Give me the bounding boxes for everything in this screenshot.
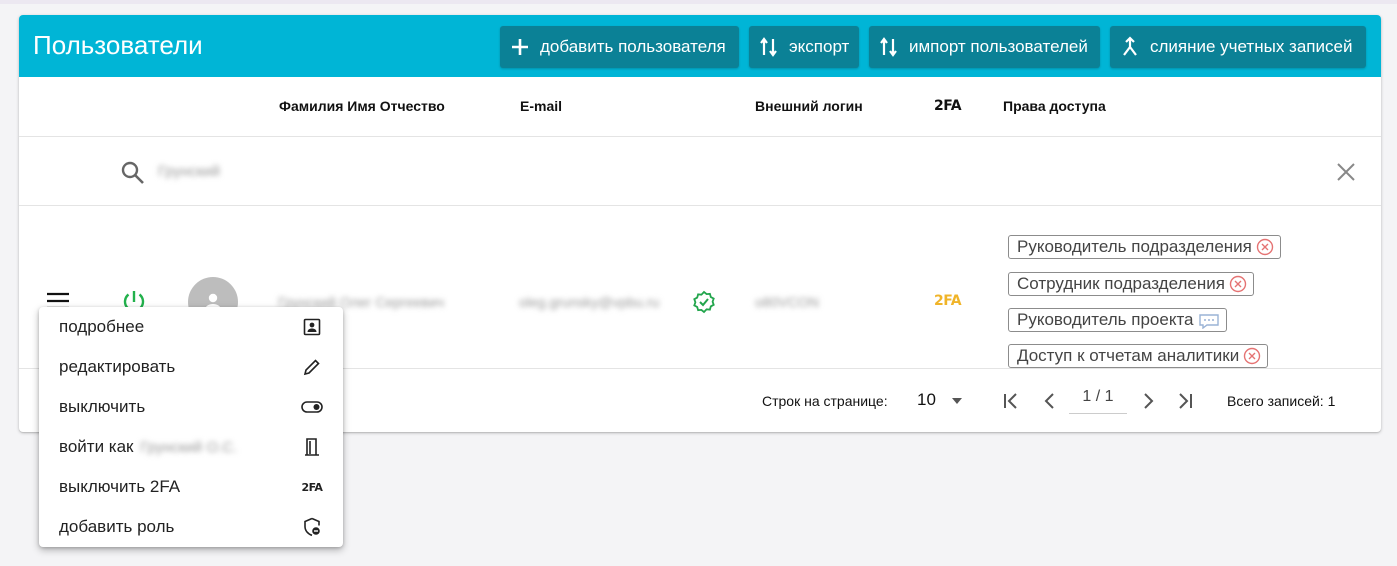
remove-circle-icon[interactable] <box>1256 238 1274 256</box>
door-icon <box>301 436 323 458</box>
swap-vertical-icon <box>880 37 897 57</box>
role-chip-label: Руководитель подразделения <box>1017 237 1252 256</box>
column-fio[interactable]: Фамилия Имя Отчество <box>279 98 445 114</box>
rows-per-page-value: 10 <box>917 390 936 409</box>
import-users-button[interactable]: импорт пользователей <box>869 26 1100 68</box>
export-label: экспорт <box>789 37 850 56</box>
add-user-button[interactable]: добавить пользователя <box>500 26 739 68</box>
role-chip: Доступ к отчетам аналитики <box>1008 344 1269 368</box>
toggle-icon <box>301 396 323 418</box>
prev-page-icon[interactable] <box>1040 391 1060 411</box>
page-indicator[interactable]: 1 / 1 <box>1069 386 1127 414</box>
search-row: Грунский <box>19 137 1381 206</box>
rows-per-page-select[interactable]: 10 <box>917 390 969 412</box>
login-as-user-name: Грунский О.С. <box>140 439 238 456</box>
twofa-icon: 2FA <box>301 480 323 494</box>
import-users-label: импорт пользователей <box>909 37 1088 56</box>
users-header: Пользователи добавить пользователя экспо… <box>19 15 1381 77</box>
column-external-login[interactable]: Внешний логин <box>755 98 863 114</box>
menu-item-login-as-label: войти как Грунский О.С. <box>59 437 237 457</box>
search-icon <box>121 161 144 184</box>
user-email: oleg.grunsky@vpbu.ru <box>519 294 660 310</box>
role-chip: Руководитель проекта <box>1008 308 1227 332</box>
merge-icon <box>1123 36 1137 56</box>
menu-item-details-label: подробнее <box>59 317 145 336</box>
next-page-icon[interactable] <box>1138 391 1158 411</box>
menu-item-disable-2fa-label: выключить 2FA <box>59 477 181 496</box>
remove-circle-icon[interactable] <box>1243 347 1261 365</box>
menu-item-disable-2fa[interactable]: выключить 2FA 2FA <box>39 467 343 507</box>
verified-icon <box>693 290 715 314</box>
menu-item-add-role[interactable]: добавить роль <box>39 507 343 547</box>
role-chip-label: Сотрудник подразделения <box>1017 274 1225 293</box>
contact-card-icon <box>301 316 323 338</box>
menu-item-add-role-label: добавить роль <box>59 517 175 536</box>
comment-dots-icon[interactable] <box>1198 311 1220 329</box>
rows-per-page-label: Строк на странице: <box>762 393 888 409</box>
first-page-icon[interactable] <box>1001 391 1021 411</box>
merge-accounts-button[interactable]: слияние учетных записей <box>1110 26 1366 68</box>
column-rights[interactable]: Права доступа <box>1003 98 1106 114</box>
role-chip: Сотрудник подразделения <box>1008 272 1254 296</box>
remove-circle-icon[interactable] <box>1229 275 1247 293</box>
clear-search-icon[interactable] <box>1336 162 1356 182</box>
row-context-menu: подробнее редактировать выключить войти … <box>39 307 343 547</box>
login-as-text: войти как <box>59 437 134 456</box>
table-header: Фамилия Имя Отчество E-mail Внешний логи… <box>19 77 1381 137</box>
shield-add-icon <box>301 516 323 538</box>
last-page-icon[interactable] <box>1175 391 1195 411</box>
twofa-status-badge[interactable]: 2FA <box>934 293 962 309</box>
swap-vertical-icon <box>760 37 777 57</box>
top-strip <box>0 0 1397 4</box>
chevron-down-icon <box>952 398 962 404</box>
merge-accounts-label: слияние учетных записей <box>1150 37 1353 56</box>
column-email[interactable]: E-mail <box>520 98 562 114</box>
search-input[interactable]: Грунский <box>158 163 220 180</box>
total-records: Всего записей: 1 <box>1227 393 1336 409</box>
role-chip-label: Доступ к отчетам аналитики <box>1017 346 1240 365</box>
plus-icon <box>512 39 528 55</box>
menu-item-details[interactable]: подробнее <box>39 307 343 347</box>
menu-item-login-as[interactable]: войти как Грунский О.С. <box>39 427 343 467</box>
role-chip-label: Руководитель проекта <box>1017 310 1194 329</box>
menu-item-edit[interactable]: редактировать <box>39 347 343 387</box>
page-title: Пользователи <box>33 30 203 60</box>
page-value: 1 / 1 <box>1082 388 1114 405</box>
menu-item-disable[interactable]: выключить <box>39 387 343 427</box>
add-user-label: добавить пользователя <box>540 37 726 56</box>
user-external-login: o80VCON <box>755 294 819 310</box>
role-chip: Руководитель подразделения <box>1008 235 1281 259</box>
pencil-icon <box>301 356 323 378</box>
export-button[interactable]: экспорт <box>749 26 859 68</box>
column-2fa[interactable]: 2FA <box>934 98 962 114</box>
menu-item-disable-label: выключить <box>59 397 146 416</box>
menu-item-edit-label: редактировать <box>59 357 176 376</box>
